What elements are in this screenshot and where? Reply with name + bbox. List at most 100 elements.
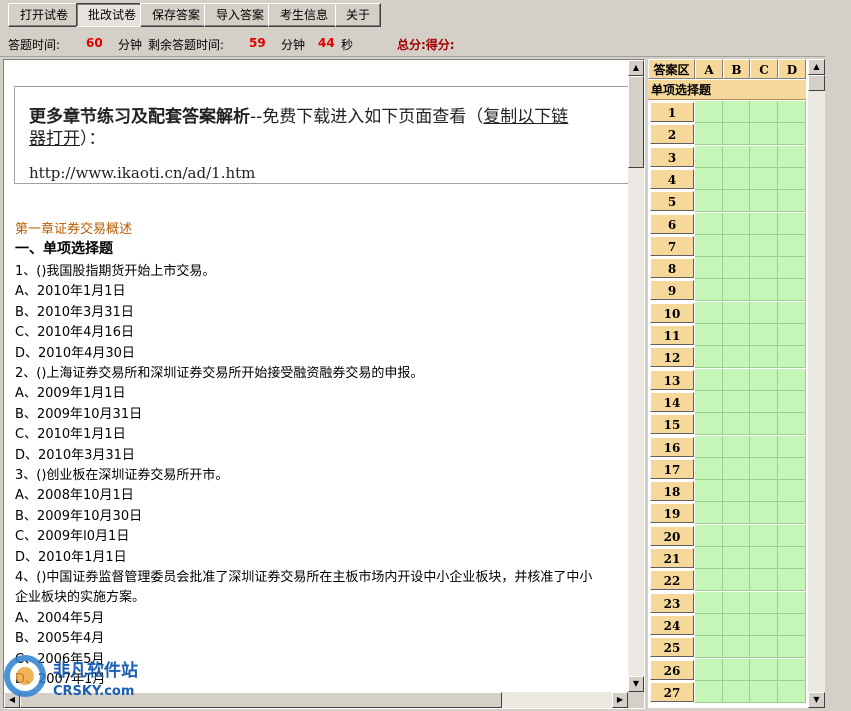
exam-document-pane[interactable]: 更多章节练习及配套答案解析--免费下载进入如下页面查看（复制以下链 器打开）： … bbox=[3, 59, 645, 709]
answer-choice-cell-b[interactable] bbox=[723, 636, 750, 659]
answer-choice-cell-a[interactable] bbox=[695, 435, 723, 458]
answer-choice-cell-a[interactable] bbox=[695, 591, 723, 614]
save-answers-button[interactable]: 保存答案 bbox=[140, 3, 212, 27]
answer-choice-cell-a[interactable] bbox=[695, 680, 723, 703]
answer-choice-cell-b[interactable] bbox=[723, 547, 750, 569]
answer-choice-cell-c[interactable] bbox=[750, 279, 778, 302]
answer-choice-cell-c[interactable] bbox=[750, 167, 778, 190]
answer-choice-cell-b[interactable] bbox=[723, 101, 750, 123]
answer-choice-cell-b[interactable] bbox=[723, 680, 750, 703]
answer-choice-cell-c[interactable] bbox=[750, 613, 778, 636]
answer-choice-cell-b[interactable] bbox=[723, 502, 750, 525]
answer-choice-cell-c[interactable] bbox=[750, 101, 778, 123]
answer-choice-cell-d[interactable] bbox=[778, 324, 806, 346]
answer-vertical-scrollbar[interactable]: ▲ ▼ bbox=[808, 59, 825, 708]
answer-choice-cell-d[interactable] bbox=[778, 591, 806, 614]
scroll-right-arrow-icon[interactable]: ▶ bbox=[612, 692, 628, 708]
answer-choice-cell-d[interactable] bbox=[778, 435, 806, 458]
scroll-up-arrow-icon[interactable]: ▲ bbox=[628, 60, 644, 76]
ad-url[interactable]: http://www.ikaoti.cn/ad/1.htm bbox=[29, 164, 255, 182]
answer-choice-cell-d[interactable] bbox=[778, 480, 806, 503]
answer-choice-cell-c[interactable] bbox=[750, 502, 778, 525]
answer-choice-cell-b[interactable] bbox=[723, 390, 750, 413]
answer-choice-cell-b[interactable] bbox=[723, 524, 750, 547]
answer-choice-cell-b[interactable] bbox=[723, 658, 750, 681]
answer-choice-cell-a[interactable] bbox=[695, 457, 723, 480]
grade-exam-button[interactable]: 批改试卷 bbox=[76, 3, 148, 27]
answer-choice-cell-c[interactable] bbox=[750, 324, 778, 346]
answer-choice-cell-b[interactable] bbox=[723, 569, 750, 592]
answer-choice-cell-d[interactable] bbox=[778, 123, 806, 146]
answer-choice-cell-d[interactable] bbox=[778, 234, 806, 257]
ad-title-link[interactable]: 复制以下链 bbox=[483, 107, 568, 127]
document-vertical-scrollbar[interactable]: ▲ ▼ bbox=[628, 60, 644, 692]
answer-choice-cell-d[interactable] bbox=[778, 346, 806, 369]
answer-choice-cell-a[interactable] bbox=[695, 547, 723, 569]
answer-choice-cell-b[interactable] bbox=[723, 346, 750, 369]
answer-choice-cell-a[interactable] bbox=[695, 346, 723, 369]
import-answers-button[interactable]: 导入答案 bbox=[204, 3, 276, 27]
answer-choice-cell-c[interactable] bbox=[750, 569, 778, 592]
answer-scroll-down-arrow-icon[interactable]: ▼ bbox=[808, 692, 825, 708]
answer-scroll-up-arrow-icon[interactable]: ▲ bbox=[808, 59, 825, 75]
answer-choice-cell-a[interactable] bbox=[695, 279, 723, 302]
answer-choice-cell-b[interactable] bbox=[723, 435, 750, 458]
answer-choice-cell-d[interactable] bbox=[778, 680, 806, 703]
answer-choice-cell-b[interactable] bbox=[723, 413, 750, 436]
about-button[interactable]: 关于 bbox=[335, 3, 381, 27]
answer-choice-cell-b[interactable] bbox=[723, 257, 750, 280]
answer-choice-cell-b[interactable] bbox=[723, 368, 750, 391]
answer-choice-cell-b[interactable] bbox=[723, 279, 750, 302]
answer-choice-cell-a[interactable] bbox=[695, 190, 723, 213]
answer-choice-cell-a[interactable] bbox=[695, 413, 723, 436]
answer-choice-cell-a[interactable] bbox=[695, 145, 723, 168]
answer-choice-cell-b[interactable] bbox=[723, 480, 750, 503]
answer-choice-cell-d[interactable] bbox=[778, 613, 806, 636]
answer-choice-cell-c[interactable] bbox=[750, 591, 778, 614]
document-scroll-thumb[interactable] bbox=[628, 76, 644, 168]
answer-choice-cell-a[interactable] bbox=[695, 324, 723, 346]
answer-choice-cell-d[interactable] bbox=[778, 457, 806, 480]
answer-choice-cell-c[interactable] bbox=[750, 346, 778, 369]
answer-choice-cell-a[interactable] bbox=[695, 658, 723, 681]
answer-choice-cell-c[interactable] bbox=[750, 257, 778, 280]
answer-choice-cell-a[interactable] bbox=[695, 569, 723, 592]
answer-choice-cell-c[interactable] bbox=[750, 145, 778, 168]
answer-choice-cell-d[interactable] bbox=[778, 279, 806, 302]
answer-choice-cell-b[interactable] bbox=[723, 457, 750, 480]
answer-choice-cell-a[interactable] bbox=[695, 613, 723, 636]
answer-choice-cell-b[interactable] bbox=[723, 591, 750, 614]
answer-choice-cell-b[interactable] bbox=[723, 123, 750, 146]
scroll-down-arrow-icon[interactable]: ▼ bbox=[628, 676, 644, 692]
answer-choice-cell-c[interactable] bbox=[750, 658, 778, 681]
answer-choice-cell-b[interactable] bbox=[723, 613, 750, 636]
open-exam-button[interactable]: 打开试卷 bbox=[8, 3, 80, 27]
answer-choice-cell-a[interactable] bbox=[695, 390, 723, 413]
answer-choice-cell-d[interactable] bbox=[778, 502, 806, 525]
answer-choice-cell-d[interactable] bbox=[778, 167, 806, 190]
answer-choice-cell-b[interactable] bbox=[723, 301, 750, 324]
answer-choice-cell-d[interactable] bbox=[778, 190, 806, 213]
answer-choice-cell-c[interactable] bbox=[750, 547, 778, 569]
answer-choice-cell-a[interactable] bbox=[695, 502, 723, 525]
answer-choice-cell-d[interactable] bbox=[778, 390, 806, 413]
answer-choice-cell-d[interactable] bbox=[778, 145, 806, 168]
answer-choice-cell-c[interactable] bbox=[750, 680, 778, 703]
ad-line2-link[interactable]: 器打开 bbox=[29, 129, 80, 149]
answer-choice-cell-d[interactable] bbox=[778, 368, 806, 391]
answer-choice-cell-a[interactable] bbox=[695, 212, 723, 235]
answer-choice-cell-d[interactable] bbox=[778, 101, 806, 123]
answer-choice-cell-d[interactable] bbox=[778, 524, 806, 547]
answer-choice-cell-c[interactable] bbox=[750, 212, 778, 235]
answer-choice-cell-c[interactable] bbox=[750, 390, 778, 413]
candidate-info-button[interactable]: 考生信息 bbox=[268, 3, 340, 27]
answer-choice-cell-c[interactable] bbox=[750, 368, 778, 391]
answer-choice-cell-a[interactable] bbox=[695, 480, 723, 503]
answer-choice-cell-d[interactable] bbox=[778, 636, 806, 659]
answer-choice-cell-c[interactable] bbox=[750, 123, 778, 146]
answer-choice-cell-c[interactable] bbox=[750, 234, 778, 257]
answer-choice-cell-c[interactable] bbox=[750, 480, 778, 503]
answer-choice-cell-c[interactable] bbox=[750, 435, 778, 458]
answer-choice-cell-c[interactable] bbox=[750, 301, 778, 324]
answer-choice-cell-b[interactable] bbox=[723, 234, 750, 257]
